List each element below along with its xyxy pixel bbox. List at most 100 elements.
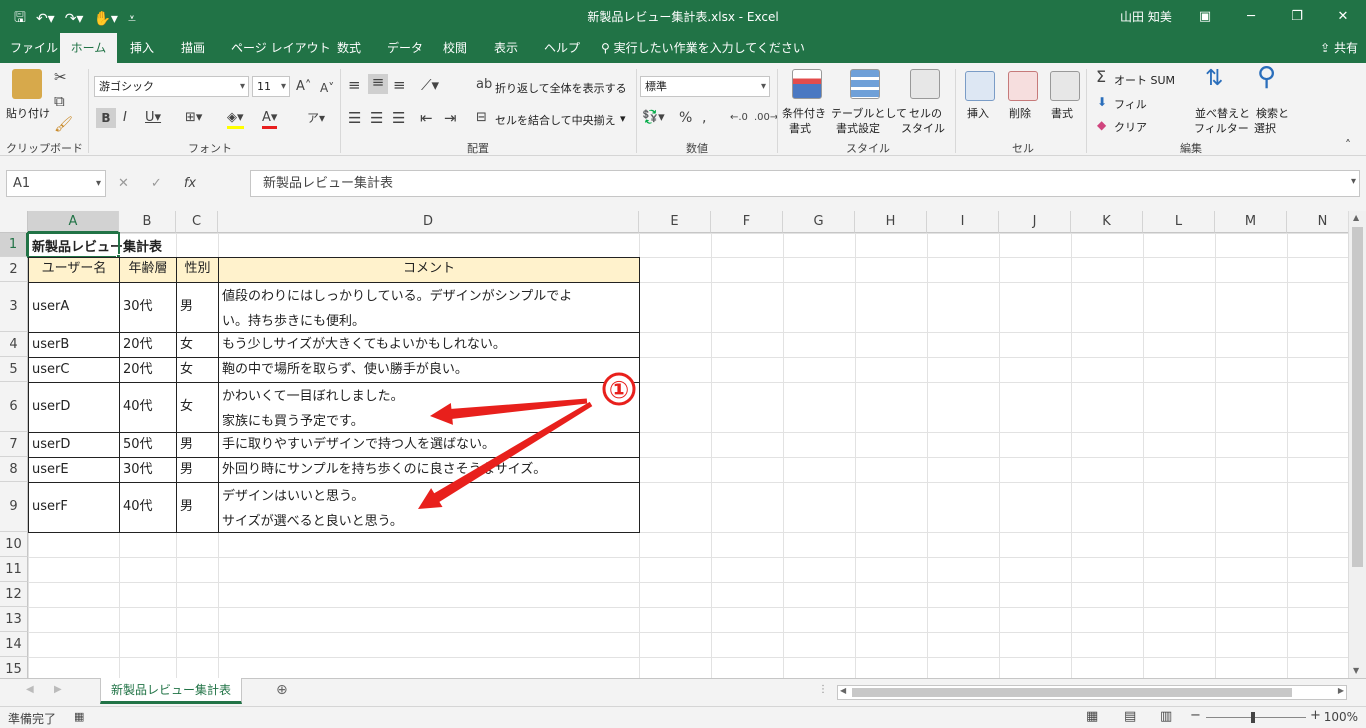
table-cell-comment-line1[interactable]: 値段のわりにはしっかりしている。デザインがシンプルでよ bbox=[222, 285, 572, 304]
column-header-n[interactable]: N bbox=[1287, 211, 1348, 233]
restore-icon[interactable]: ❐ bbox=[1274, 0, 1320, 33]
worksheet-grid[interactable]: A B C D E F G H I J K L M N 1 2 3 4 5 6 7 8 9 10 11 12 13 14 15 新製品レビ… bbox=[0, 211, 1348, 678]
table-cell-comment-line2[interactable]: 家族にも買う予定です。 bbox=[222, 410, 364, 429]
align-middle-icon[interactable]: ≡ bbox=[368, 74, 388, 94]
table-cell-age[interactable]: 50代 bbox=[123, 432, 153, 457]
align-bottom-icon[interactable]: ≡ bbox=[393, 77, 406, 93]
tab-draw[interactable]: 描画 bbox=[181, 33, 205, 63]
column-header-m[interactable]: M bbox=[1215, 211, 1287, 233]
row-header-7[interactable]: 7 bbox=[0, 432, 28, 457]
cancel-entry-icon[interactable]: ✕ bbox=[118, 176, 129, 191]
orientation-icon[interactable]: ⟋▾ bbox=[421, 77, 439, 93]
table-cell-comment[interactable]: もう少しサイズが大きくてもよいかもしれない。 bbox=[222, 332, 506, 357]
column-header-l[interactable]: L bbox=[1143, 211, 1215, 233]
sort-filter-label-2[interactable]: フィルター bbox=[1194, 120, 1249, 136]
row-header-3[interactable]: 3 bbox=[0, 282, 28, 332]
tab-page-layout[interactable]: ページ レイアウト bbox=[231, 33, 331, 63]
macro-record-icon[interactable]: ▦ bbox=[74, 710, 84, 723]
column-header-k[interactable]: K bbox=[1071, 211, 1143, 233]
user-name[interactable]: 山田 知美 bbox=[1120, 8, 1172, 25]
table-cell-gender[interactable]: 女 bbox=[180, 357, 193, 382]
format-as-table-icon[interactable] bbox=[850, 69, 880, 99]
table-cell-comment[interactable]: 鞄の中で場所を取らず、使い勝手が良い。 bbox=[222, 357, 468, 382]
column-header-a[interactable]: A bbox=[28, 211, 119, 233]
add-sheet-icon[interactable]: ⊕ bbox=[276, 682, 288, 698]
paste-icon[interactable] bbox=[12, 69, 42, 99]
column-header-b[interactable]: B bbox=[119, 211, 176, 233]
table-cell-age[interactable]: 20代 bbox=[123, 332, 153, 357]
vertical-scroll-thumb[interactable] bbox=[1352, 227, 1363, 567]
autosum-button[interactable]: オート SUM bbox=[1114, 72, 1175, 88]
column-header-j[interactable]: J bbox=[999, 211, 1071, 233]
table-cell-comment-line2[interactable]: サイズが選べると良いと思う。 bbox=[222, 510, 403, 529]
row-header-10[interactable]: 10 bbox=[0, 532, 28, 557]
format-as-table-label-2[interactable]: 書式設定 bbox=[836, 120, 880, 136]
column-header-f[interactable]: F bbox=[711, 211, 783, 233]
table-cell-gender[interactable]: 男 bbox=[180, 432, 193, 457]
wrap-text-button[interactable]: 折り返して全体を表示する bbox=[495, 80, 627, 96]
header-comment[interactable]: コメント bbox=[218, 257, 640, 283]
row-header-1[interactable]: 1 bbox=[0, 233, 28, 257]
minimize-icon[interactable]: ─ bbox=[1228, 0, 1274, 33]
name-box[interactable]: A1 bbox=[6, 170, 106, 197]
column-header-d[interactable]: D bbox=[218, 211, 639, 233]
decrease-decimal-icon[interactable]: .00→ bbox=[754, 110, 778, 126]
table-cell-user[interactable]: userF bbox=[32, 482, 68, 532]
column-header-g[interactable]: G bbox=[783, 211, 855, 233]
zoom-level[interactable]: 100% bbox=[1324, 710, 1358, 724]
table-cell-gender[interactable]: 男 bbox=[180, 457, 193, 482]
row-header-15[interactable]: 15 bbox=[0, 657, 28, 678]
table-cell-user[interactable]: userD bbox=[32, 382, 70, 432]
format-as-table-label-1[interactable]: テーブルとして bbox=[831, 105, 907, 121]
collapse-ribbon-icon[interactable]: ˄ bbox=[1345, 137, 1351, 153]
page-layout-view-icon[interactable]: ▤ bbox=[1124, 709, 1136, 724]
table-cell-user[interactable]: userB bbox=[32, 332, 69, 357]
column-header-c[interactable]: C bbox=[176, 211, 218, 233]
delete-cells-label[interactable]: 削除 bbox=[1009, 105, 1031, 121]
insert-cells-icon[interactable] bbox=[965, 71, 995, 101]
phonetic-icon[interactable]: ア▾ bbox=[307, 110, 325, 126]
font-color-icon[interactable]: A▾ bbox=[262, 110, 278, 129]
table-cell-comment-line1[interactable]: かわいくて一目ぼれしました。 bbox=[222, 385, 404, 404]
select-all-corner[interactable] bbox=[0, 211, 28, 233]
comma-icon[interactable]: , bbox=[702, 110, 706, 126]
row-header-9[interactable]: 9 bbox=[0, 482, 28, 532]
scroll-up-icon[interactable]: ▲ bbox=[1353, 213, 1359, 222]
table-cell-gender[interactable]: 男 bbox=[180, 282, 193, 332]
currency-icon[interactable]: 💱▾ bbox=[642, 110, 665, 126]
clear-icon[interactable]: ◆ bbox=[1097, 117, 1106, 133]
formula-input[interactable]: 新製品レビュー集計表 bbox=[250, 170, 1360, 197]
table-cell-age[interactable]: 20代 bbox=[123, 357, 153, 382]
zoom-slider[interactable] bbox=[1206, 717, 1306, 718]
table-cell-user[interactable]: userD bbox=[32, 432, 70, 457]
find-select-label-1[interactable]: 検索と bbox=[1256, 105, 1289, 121]
table-cell-gender[interactable]: 女 bbox=[180, 382, 193, 432]
row-header-4[interactable]: 4 bbox=[0, 332, 28, 357]
format-painter-icon[interactable]: 🖌 bbox=[54, 116, 73, 132]
horizontal-scrollbar[interactable]: ◀ ▶ bbox=[837, 685, 1347, 700]
table-cell-comment-line1[interactable]: デザインはいいと思う。 bbox=[222, 485, 364, 504]
cell-styles-icon[interactable] bbox=[910, 69, 940, 99]
prev-sheet-icon[interactable]: ◀ bbox=[26, 684, 34, 695]
tab-review[interactable]: 校閲 bbox=[443, 33, 467, 63]
vertical-scrollbar[interactable]: ▲ ▼ bbox=[1348, 211, 1366, 678]
align-right-icon[interactable]: ☰ bbox=[392, 110, 405, 126]
merge-center-icon[interactable]: ⊟ bbox=[476, 110, 487, 126]
row-header-2[interactable]: 2 bbox=[0, 257, 28, 282]
column-header-h[interactable]: H bbox=[855, 211, 927, 233]
next-sheet-icon[interactable]: ▶ bbox=[54, 684, 62, 695]
table-cell-age[interactable]: 40代 bbox=[123, 482, 153, 532]
clear-button[interactable]: クリア bbox=[1114, 119, 1147, 135]
row-header-6[interactable]: 6 bbox=[0, 382, 28, 432]
merge-dropdown-icon[interactable]: ▾ bbox=[620, 112, 626, 125]
underline-icon[interactable]: U▾ bbox=[145, 110, 161, 126]
align-left-icon[interactable]: ☰ bbox=[348, 110, 361, 126]
zoom-slider-knob[interactable] bbox=[1251, 712, 1255, 723]
copy-icon[interactable]: ⧉ bbox=[54, 93, 65, 109]
header-age[interactable]: 年齢層 bbox=[119, 257, 177, 283]
delete-cells-icon[interactable] bbox=[1008, 71, 1038, 101]
row-header-11[interactable]: 11 bbox=[0, 557, 28, 582]
horizontal-scroll-thumb[interactable] bbox=[852, 688, 1292, 697]
font-size-select[interactable]: 11 bbox=[252, 76, 290, 97]
wrap-text-icon[interactable]: ab bbox=[476, 77, 492, 93]
